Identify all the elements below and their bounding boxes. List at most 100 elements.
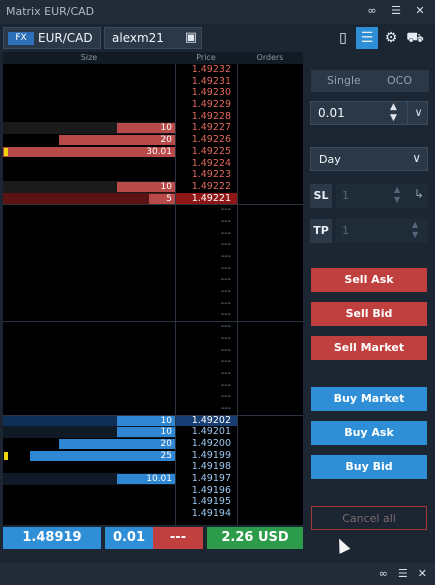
orders-cell[interactable] <box>237 239 303 251</box>
price-cell[interactable]: 1.49202 <box>175 414 237 427</box>
size-cell[interactable]: 20 <box>3 438 175 450</box>
orders-cell[interactable] <box>237 216 303 228</box>
orders-cell[interactable] <box>237 99 303 111</box>
size-cell[interactable] <box>3 158 175 170</box>
orders-cell[interactable] <box>237 76 303 88</box>
price-cell[interactable]: --- <box>175 345 237 357</box>
stop-loss-input[interactable]: 1 ▲ ▼ ↳ <box>336 184 428 208</box>
close-icon[interactable]: ✕ <box>413 4 427 18</box>
size-cell[interactable] <box>3 216 175 228</box>
orders-cell[interactable] <box>237 380 303 392</box>
price-cell[interactable]: --- <box>175 380 237 392</box>
account-selector[interactable]: alexm21 ▣ <box>104 27 202 49</box>
orders-cell[interactable] <box>237 204 303 216</box>
quantity-stepper-icon[interactable]: ▲ ▼ <box>390 102 397 124</box>
orders-cell[interactable] <box>237 122 303 134</box>
ladder-row[interactable]: 1.49194 <box>3 508 303 520</box>
size-cell[interactable] <box>3 274 175 286</box>
ladder-row[interactable]: --- <box>3 391 303 403</box>
size-cell[interactable] <box>3 111 175 123</box>
ladder-row[interactable]: 1.49196 <box>3 485 303 497</box>
size-cell[interactable] <box>3 263 175 275</box>
size-cell[interactable] <box>3 251 175 263</box>
size-cell[interactable]: 10 <box>3 180 175 193</box>
size-cell[interactable] <box>3 356 175 368</box>
price-cell[interactable]: --- <box>175 403 237 415</box>
menu-icon[interactable]: ☰ <box>398 567 408 580</box>
orders-cell[interactable] <box>237 181 303 193</box>
size-cell[interactable] <box>3 204 175 216</box>
price-cell[interactable]: 1.49230 <box>175 87 237 99</box>
ladder-row[interactable]: --- <box>3 333 303 345</box>
price-cell[interactable]: --- <box>175 239 237 251</box>
ladder-row[interactable]: --- <box>3 380 303 392</box>
orders-cell[interactable] <box>237 415 303 427</box>
ladder-row[interactable]: 10 1.49222 <box>3 180 303 193</box>
orders-cell[interactable] <box>237 426 303 438</box>
order-panel-toggle-icon[interactable]: ☰ <box>356 27 378 49</box>
sell-bid-button[interactable]: Sell Bid <box>311 302 427 326</box>
take-profit-stepper-icon[interactable]: ▲ ▼ <box>412 220 418 240</box>
menu-icon[interactable]: ☰ <box>389 4 403 18</box>
quantity-input[interactable]: 0.01 ▲ ▼ ∨ <box>310 101 428 125</box>
link-icon[interactable]: ∞ <box>365 4 379 18</box>
orders-cell[interactable] <box>237 158 303 170</box>
size-cell[interactable]: 30.01 <box>3 146 175 158</box>
price-cell[interactable]: --- <box>175 286 237 298</box>
ladder-row[interactable]: 1.49230 <box>3 87 303 99</box>
size-cell[interactable]: 10 <box>3 122 175 135</box>
size-cell[interactable] <box>3 403 175 415</box>
take-profit-label[interactable]: TP <box>310 219 332 243</box>
size-cell[interactable] <box>3 64 175 76</box>
ladder-row[interactable]: --- <box>3 356 303 368</box>
orders-cell[interactable] <box>237 450 303 462</box>
ladder-row[interactable]: 1.49229 <box>3 99 303 111</box>
orders-cell[interactable] <box>237 356 303 368</box>
basket-icon[interactable]: ⛟ <box>404 27 426 49</box>
price-cell[interactable]: 1.49200 <box>175 438 237 450</box>
orders-cell[interactable] <box>237 438 303 450</box>
size-cell[interactable] <box>3 461 175 473</box>
price-cell[interactable]: 1.49198 <box>175 461 237 473</box>
size-cell[interactable] <box>3 76 175 88</box>
ladder-row[interactable]: --- <box>3 368 303 380</box>
price-cell[interactable]: 1.49226 <box>175 134 237 146</box>
size-cell[interactable] <box>3 333 175 345</box>
time-in-force-select[interactable]: Day ∨ <box>310 147 428 171</box>
size-cell[interactable] <box>3 508 175 520</box>
size-cell[interactable] <box>3 298 175 310</box>
buy-ask-button[interactable]: Buy Ask <box>311 421 427 445</box>
price-cell[interactable]: --- <box>175 263 237 275</box>
price-cell[interactable]: 1.49197 <box>175 473 237 485</box>
take-profit-input[interactable]: 1 ▲ ▼ <box>336 219 428 243</box>
price-cell[interactable]: --- <box>175 356 237 368</box>
orders-cell[interactable] <box>237 286 303 298</box>
price-cell[interactable]: 1.49201 <box>175 426 237 438</box>
ladder-row[interactable]: --- <box>3 286 303 298</box>
orders-cell[interactable] <box>237 298 303 310</box>
size-cell[interactable] <box>3 87 175 99</box>
buy-bid-button[interactable]: Buy Bid <box>311 455 427 479</box>
link-icon[interactable]: ∞ <box>379 567 388 580</box>
ladder-row[interactable]: 10 1.49227 <box>3 122 303 135</box>
ladder-row[interactable]: 1.49232 <box>3 64 303 76</box>
price-cell[interactable]: --- <box>175 321 237 333</box>
ladder-row[interactable]: 1.49198 <box>3 461 303 473</box>
price-cell[interactable]: 1.49231 <box>175 76 237 88</box>
orders-cell[interactable] <box>237 321 303 333</box>
orders-cell[interactable] <box>237 403 303 415</box>
size-cell[interactable]: 10.01 <box>3 473 175 485</box>
price-cell[interactable]: 1.49225 <box>175 146 237 158</box>
price-cell[interactable]: 1.49229 <box>175 99 237 111</box>
price-cell[interactable]: 1.49222 <box>175 181 237 193</box>
mode-single[interactable]: Single <box>327 74 361 87</box>
order-mode-toggle[interactable]: Single OCO <box>311 70 429 92</box>
ladder-row[interactable]: --- <box>3 403 303 415</box>
price-cell[interactable]: --- <box>175 251 237 263</box>
size-cell[interactable] <box>3 169 175 181</box>
size-cell[interactable] <box>3 309 175 321</box>
ladder-row[interactable]: --- <box>3 204 303 216</box>
orders-cell[interactable] <box>237 251 303 263</box>
price-cell[interactable]: 1.49223 <box>175 169 237 181</box>
orders-cell[interactable] <box>237 146 303 158</box>
